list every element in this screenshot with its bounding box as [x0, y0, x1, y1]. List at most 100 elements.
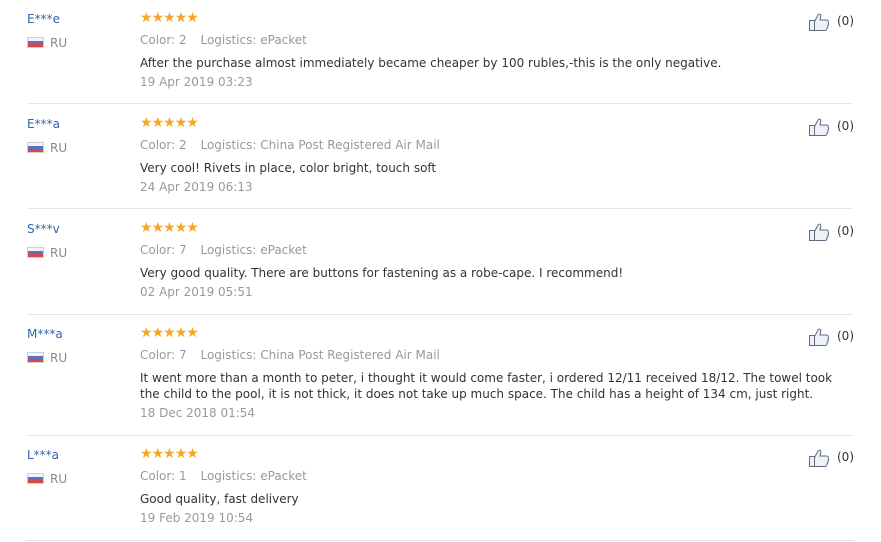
review-item: S***v RU ★★★★★ Color: 7 Logistics: ePack…	[27, 220, 854, 315]
star-icon: ★	[151, 446, 165, 462]
like-count: (0)	[837, 14, 854, 28]
color-label: Color:	[140, 33, 176, 47]
country-code: RU	[50, 472, 68, 486]
star-icon: ★	[151, 325, 165, 341]
reviewer-name[interactable]: M***a	[27, 327, 63, 341]
thumbs-up-icon[interactable]	[808, 222, 830, 242]
review-text: Good quality, fast delivery	[140, 492, 299, 506]
like-button[interactable]: (0)	[808, 327, 854, 347]
thumbs-up-icon[interactable]	[808, 327, 830, 347]
review-date: 19 Apr 2019 03:23	[140, 75, 253, 89]
star-icon: ★	[174, 10, 188, 26]
logistics-label: Logistics:	[200, 138, 257, 152]
star-icon: ★	[151, 10, 165, 26]
review-meta: Color: 7 Logistics: China Post Registere…	[140, 348, 440, 362]
logistics-label: Logistics:	[200, 348, 257, 362]
like-count: (0)	[837, 119, 854, 133]
country-code: RU	[50, 141, 68, 155]
like-count: (0)	[837, 450, 854, 464]
country-code: RU	[50, 351, 68, 365]
review-text: It went more than a month to peter, i th…	[140, 371, 833, 401]
russia-flag-icon	[27, 247, 44, 258]
star-icon: ★	[174, 220, 188, 236]
color-value: 2	[179, 138, 187, 152]
reviewer-country: RU	[27, 246, 107, 260]
reviewer-country: RU	[27, 351, 107, 365]
reviewer-country: RU	[27, 36, 107, 50]
color-value: 1	[179, 469, 187, 483]
star-rating: ★★★★★	[140, 446, 199, 462]
star-icon: ★	[163, 10, 176, 26]
star-icon: ★	[186, 325, 199, 341]
thumbs-up-icon[interactable]	[808, 12, 830, 32]
review-item: L***a RU ★★★★★ Color: 1 Logistics: ePack…	[27, 446, 854, 541]
thumbs-up-icon[interactable]	[808, 117, 830, 137]
star-icon: ★	[163, 446, 176, 462]
review-item: E***e RU ★★★★★ Color: 2 Logistics: ePack…	[27, 10, 854, 104]
star-icon: ★	[186, 10, 199, 26]
logistics-value: ePacket	[260, 33, 307, 47]
review-divider	[27, 103, 853, 104]
star-icon: ★	[163, 115, 176, 131]
review-date: 19 Feb 2019 10:54	[140, 511, 254, 525]
reviewer-name[interactable]: E***a	[27, 117, 60, 131]
review-item: M***a RU ★★★★★ Color: 7 Logistics: China…	[27, 325, 854, 436]
reviewer-name[interactable]: L***a	[27, 448, 59, 462]
russia-flag-icon	[27, 352, 44, 363]
review-divider	[27, 435, 853, 436]
like-count: (0)	[837, 224, 854, 238]
color-label: Color:	[140, 469, 176, 483]
like-button[interactable]: (0)	[808, 448, 854, 468]
review-text: After the purchase almost immediately be…	[140, 56, 722, 70]
thumbs-up-icon[interactable]	[808, 448, 830, 468]
star-icon: ★	[163, 325, 176, 341]
star-icon: ★	[151, 220, 165, 236]
star-icon: ★	[186, 446, 199, 462]
review-item: E***a RU ★★★★★ Color: 2 Logistics: China…	[27, 115, 854, 209]
star-icon: ★	[140, 220, 153, 236]
country-code: RU	[50, 36, 68, 50]
like-button[interactable]: (0)	[808, 222, 854, 242]
russia-flag-icon	[27, 142, 44, 153]
star-rating: ★★★★★	[140, 325, 199, 341]
review-date: 18 Dec 2018 01:54	[140, 406, 256, 420]
review-meta: Color: 2 Logistics: ePacket	[140, 33, 307, 47]
color-label: Color:	[140, 348, 176, 362]
logistics-label: Logistics:	[200, 243, 257, 257]
country-code: RU	[50, 246, 68, 260]
reviewer-name[interactable]: S***v	[27, 222, 60, 236]
review-text: Very good quality. There are buttons for…	[140, 266, 624, 280]
logistics-value: ePacket	[260, 469, 307, 483]
reviewer-name[interactable]: E***e	[27, 12, 60, 26]
like-count: (0)	[837, 329, 854, 343]
review-divider	[27, 540, 853, 541]
color-value: 2	[179, 33, 187, 47]
star-rating: ★★★★★	[140, 10, 199, 26]
review-meta: Color: 2 Logistics: China Post Registere…	[140, 138, 440, 152]
star-rating: ★★★★★	[140, 220, 199, 236]
logistics-label: Logistics:	[200, 33, 257, 47]
star-icon: ★	[140, 115, 153, 131]
review-meta: Color: 1 Logistics: ePacket	[140, 469, 307, 483]
logistics-value: China Post Registered Air Mail	[260, 348, 440, 362]
reviewer-country: RU	[27, 141, 107, 155]
logistics-value: ePacket	[260, 243, 307, 257]
review-text: Very cool! Rivets in place, color bright…	[140, 161, 437, 175]
like-button[interactable]: (0)	[808, 117, 854, 137]
star-icon: ★	[140, 10, 153, 26]
star-icon: ★	[140, 446, 153, 462]
color-value: 7	[179, 348, 187, 362]
star-icon: ★	[174, 115, 188, 131]
star-icon: ★	[174, 325, 188, 341]
review-date: 02 Apr 2019 05:51	[140, 285, 253, 299]
logistics-value: China Post Registered Air Mail	[260, 138, 440, 152]
star-icon: ★	[186, 220, 199, 236]
color-label: Color:	[140, 243, 176, 257]
like-button[interactable]: (0)	[808, 12, 854, 32]
star-icon: ★	[163, 220, 176, 236]
color-value: 7	[179, 243, 187, 257]
color-label: Color:	[140, 138, 176, 152]
review-divider	[27, 314, 853, 315]
reviewer-country: RU	[27, 472, 107, 486]
russia-flag-icon	[27, 473, 44, 484]
